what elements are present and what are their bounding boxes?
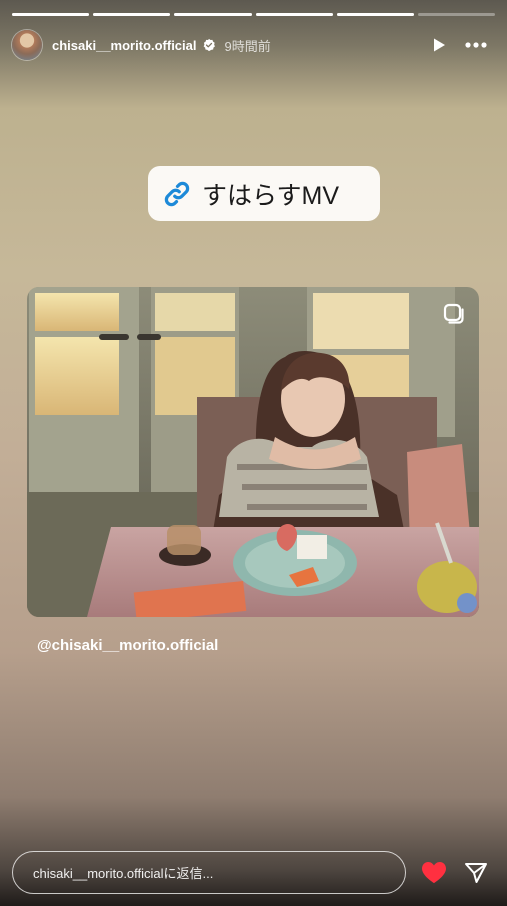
progress-segment-fill xyxy=(174,13,252,16)
story-viewer: chisaki__morito.official 9時間前 すはらすMV @ch… xyxy=(0,0,507,906)
progress-segment xyxy=(174,13,252,16)
progress-segment xyxy=(417,13,496,16)
progress-segment-fill xyxy=(12,13,90,16)
progress-segment-fill xyxy=(336,13,414,16)
link-sticker[interactable]: すはらすMV xyxy=(148,166,380,221)
progress-segment xyxy=(12,13,90,16)
progress-segment xyxy=(336,13,414,16)
progress-segment xyxy=(255,13,333,16)
story-header: chisaki__morito.official 9時間前 xyxy=(12,30,495,60)
photo-image xyxy=(27,287,479,617)
progress-segment xyxy=(93,13,171,16)
link-icon xyxy=(164,181,190,206)
link-sticker-label: すはらすMV xyxy=(202,181,340,210)
play-icon[interactable] xyxy=(431,37,447,53)
mention-sticker[interactable]: @chisaki__morito.official xyxy=(37,637,218,654)
heart-icon[interactable] xyxy=(421,861,447,884)
more-icon[interactable] xyxy=(465,42,487,48)
post-photo[interactable] xyxy=(27,287,479,617)
progress-segment-fill xyxy=(255,13,333,16)
progress-segment-fill xyxy=(93,13,171,16)
avatar[interactable] xyxy=(12,30,42,60)
reply-placeholder: chisaki__morito.officialに返信... xyxy=(33,866,214,881)
multi-photo-icon xyxy=(443,303,464,324)
verified-badge-icon xyxy=(203,38,215,52)
send-icon[interactable] xyxy=(464,862,488,884)
username[interactable]: chisaki__morito.official xyxy=(52,38,197,53)
story-progress-bar xyxy=(12,13,496,16)
reply-input[interactable]: chisaki__morito.officialに返信... xyxy=(12,851,406,894)
post-time: 9時間前 xyxy=(224,38,271,54)
